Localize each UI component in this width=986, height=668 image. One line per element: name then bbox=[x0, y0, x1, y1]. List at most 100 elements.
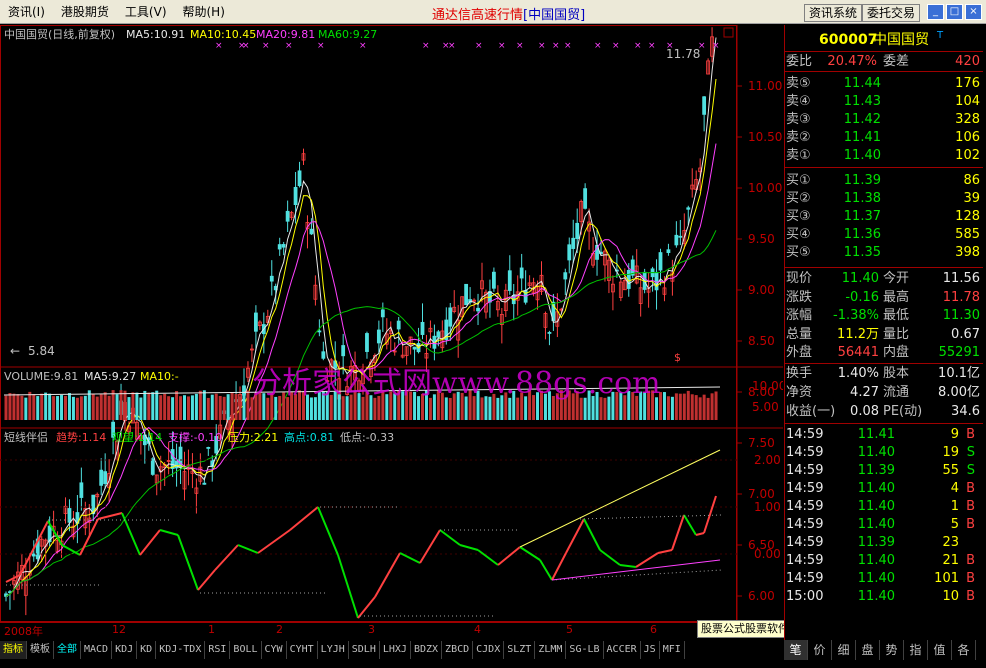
detail-tab[interactable]: 值 bbox=[928, 640, 952, 660]
indicator-tab[interactable]: MACD bbox=[81, 641, 113, 659]
indicator-segment bbox=[683, 514, 697, 536]
indicator-low: 低点:-0.33 bbox=[340, 431, 394, 444]
candle-body bbox=[686, 207, 691, 210]
ask-row[interactable]: 卖① 11.40 102 bbox=[785, 147, 983, 165]
minimize-icon[interactable]: _ bbox=[927, 4, 944, 20]
indicator-tab[interactable]: MFI bbox=[660, 641, 685, 659]
book-volume: 398 bbox=[955, 245, 980, 260]
volume-bar bbox=[123, 390, 127, 420]
candle-body bbox=[202, 482, 207, 485]
fundamental-value: 4.27 bbox=[850, 385, 879, 400]
bid-row[interactable]: 买① 11.39 86 bbox=[785, 172, 983, 190]
menu-hk-futures[interactable]: 港股期货 bbox=[53, 0, 117, 24]
indicator-tab[interactable]: KDJ-TDX bbox=[156, 641, 206, 659]
book-label: 卖⑤ bbox=[786, 76, 811, 91]
volume-bar bbox=[32, 394, 36, 420]
indicator-tab[interactable]: SLZT bbox=[504, 641, 536, 659]
volume-bar bbox=[238, 396, 242, 420]
volume-bar bbox=[226, 394, 230, 420]
indicator-segment bbox=[619, 564, 637, 568]
volume-ma5: MA5:9.27 bbox=[84, 370, 136, 383]
tick-row: 14:59 11.40 1 B bbox=[785, 498, 983, 516]
indicator-tab[interactable]: KD bbox=[137, 641, 157, 659]
indicator-tick-label: 2.00 bbox=[754, 453, 781, 467]
indicator-tab[interactable]: KDJ bbox=[112, 641, 138, 659]
indicator-tab[interactable]: CJDX bbox=[473, 641, 505, 659]
low-price-mark: 5.84 bbox=[28, 344, 55, 358]
detail-tab[interactable]: 细 bbox=[832, 640, 856, 660]
indicator-tab[interactable]: ACCER bbox=[604, 641, 641, 659]
candle-body bbox=[281, 244, 286, 248]
detail-tab[interactable]: 盘 bbox=[856, 640, 880, 660]
indicator-tab[interactable]: 指标 bbox=[0, 641, 27, 659]
bid-row[interactable]: 买② 11.38 39 bbox=[785, 190, 983, 208]
indicator-tab[interactable]: SG-LB bbox=[566, 641, 604, 659]
indicator-tab[interactable]: BOLL bbox=[230, 641, 262, 659]
x-marker-icon: × bbox=[552, 41, 560, 51]
indicator-tab[interactable]: RSI bbox=[205, 641, 231, 659]
detail-tab[interactable]: 指 bbox=[904, 640, 928, 660]
detail-tab[interactable]: 价 bbox=[808, 640, 832, 660]
volume-tick-label: 5.00 bbox=[752, 400, 779, 414]
x-marker-icon: × bbox=[448, 41, 456, 51]
indicator-tab[interactable]: BDZX bbox=[411, 641, 443, 659]
ask-row[interactable]: 卖② 11.41 106 bbox=[785, 129, 983, 147]
tick-volume: 4 bbox=[950, 481, 959, 496]
bid-row[interactable]: 买③ 11.37 128 bbox=[785, 208, 983, 226]
indicator-tab[interactable]: SDLH bbox=[349, 641, 380, 659]
info-system-button[interactable]: 资讯系统 bbox=[804, 4, 863, 22]
close-icon[interactable]: × bbox=[965, 4, 982, 20]
low-arrow-icon: ← bbox=[10, 344, 20, 358]
detail-tab[interactable]: 各 bbox=[952, 640, 976, 660]
tick-time: 14:59 bbox=[786, 571, 824, 586]
x-marker-icon: × bbox=[215, 41, 223, 51]
indicator-tab[interactable]: 模板 bbox=[27, 641, 54, 659]
menu-help[interactable]: 帮助(H) bbox=[175, 0, 233, 24]
volume-bar bbox=[8, 393, 12, 420]
indicator-tab[interactable]: ZBCD bbox=[442, 641, 474, 659]
indicator-segment bbox=[419, 529, 441, 564]
period-label-6: 6 bbox=[650, 623, 657, 636]
menu-tools[interactable]: 工具(V) bbox=[117, 0, 175, 24]
candle-body bbox=[396, 320, 401, 330]
tick-price: 11.40 bbox=[857, 499, 895, 514]
ask-row[interactable]: 卖③ 11.42 328 bbox=[785, 111, 983, 129]
candle-body bbox=[678, 235, 683, 238]
tick-side: B bbox=[966, 499, 975, 514]
candle-body bbox=[658, 252, 663, 271]
window-restore-icon[interactable] bbox=[723, 27, 734, 38]
period-label-2008: 2008年 bbox=[4, 625, 43, 638]
maximize-icon[interactable]: □ bbox=[946, 4, 963, 20]
bid-row[interactable]: 买④ 11.36 585 bbox=[785, 226, 983, 244]
indicator-tab[interactable]: LYJH bbox=[318, 641, 349, 659]
candle-body bbox=[31, 553, 36, 557]
stat-label: 今开 bbox=[883, 271, 910, 286]
kline-chart[interactable]: 中国国贸(日线,前复权) MA5:10.91 MA10:10.45 MA20:9… bbox=[0, 25, 783, 622]
menu-info[interactable]: 资讯(I) bbox=[0, 0, 53, 24]
indicator-tab[interactable]: LHXJ bbox=[380, 641, 411, 659]
indicator-tab[interactable]: JS bbox=[641, 641, 660, 659]
chart-area[interactable]: 中国国贸(日线,前复权) MA5:10.91 MA10:10.45 MA20:9… bbox=[0, 25, 783, 622]
candle-body bbox=[317, 330, 322, 333]
ask-row[interactable]: 卖⑤ 11.44 176 bbox=[785, 75, 983, 93]
detail-tab[interactable]: 势 bbox=[880, 640, 904, 660]
book-volume: 104 bbox=[955, 94, 980, 109]
ask-row[interactable]: 卖④ 11.43 104 bbox=[785, 93, 983, 111]
candle-body bbox=[519, 267, 524, 279]
indicator-tab[interactable]: ZLMM bbox=[535, 641, 567, 659]
volume-bar bbox=[159, 395, 163, 420]
detail-tab[interactable]: 笔 bbox=[784, 640, 808, 660]
trade-button[interactable]: 委托交易 bbox=[862, 4, 921, 22]
volume-bar bbox=[694, 395, 698, 420]
signal-markers: × ×× × × × × × ×× × × × × × × × × × × × × × bbox=[215, 41, 720, 51]
x-marker-icon: × bbox=[262, 41, 270, 51]
indicator-tab[interactable]: CYW bbox=[262, 641, 287, 659]
bid-row[interactable]: 买⑤ 11.35 398 bbox=[785, 244, 983, 262]
indicator-tab[interactable]: CYHT bbox=[287, 641, 318, 659]
book-volume: 106 bbox=[955, 130, 980, 145]
stock-flag-icon: T bbox=[937, 30, 944, 41]
indicator-tab[interactable]: 全部 bbox=[54, 641, 81, 659]
volume-bar bbox=[234, 393, 238, 420]
stat-label: 量比 bbox=[883, 326, 910, 342]
stats-row: 总量 11.2万 量比 0.67 bbox=[785, 326, 983, 344]
